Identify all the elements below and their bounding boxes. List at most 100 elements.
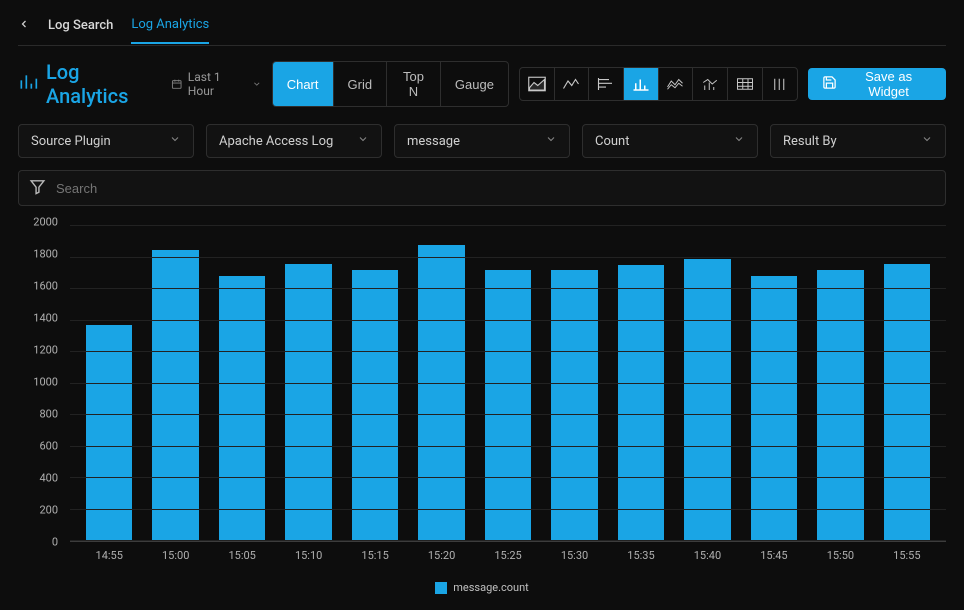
bar-column bbox=[541, 226, 607, 541]
x-tick-label: 15:40 bbox=[674, 549, 740, 562]
bar[interactable] bbox=[418, 245, 465, 541]
select-result-by[interactable]: Result By bbox=[770, 124, 946, 158]
x-tick-label: 15:15 bbox=[342, 549, 408, 562]
bar-column bbox=[209, 226, 275, 541]
x-tick-label: 15:50 bbox=[807, 549, 873, 562]
x-tick-label: 15:35 bbox=[608, 549, 674, 562]
gridline bbox=[70, 288, 946, 289]
bar[interactable] bbox=[817, 270, 864, 541]
select-label: Source Plugin bbox=[31, 134, 111, 149]
bar[interactable] bbox=[884, 264, 931, 541]
title-row: Log Analytics Last 1 Hour Chart Grid Top… bbox=[18, 60, 946, 108]
bar-column bbox=[674, 226, 740, 541]
y-tick: 1200 bbox=[33, 344, 58, 357]
chart-type-combo-icon[interactable] bbox=[693, 68, 728, 100]
y-tick: 1600 bbox=[33, 280, 58, 293]
page-title: Log Analytics bbox=[18, 60, 161, 108]
gridline bbox=[70, 540, 946, 541]
chevron-down-icon bbox=[169, 133, 181, 149]
y-tick: 200 bbox=[39, 504, 58, 517]
bar[interactable] bbox=[684, 259, 731, 541]
chart-type-hbar-icon[interactable] bbox=[589, 68, 624, 100]
bar-column bbox=[741, 226, 807, 541]
gridline bbox=[70, 383, 946, 384]
x-tick-label: 15:30 bbox=[541, 549, 607, 562]
page-title-text: Log Analytics bbox=[46, 60, 161, 108]
select-label: Result By bbox=[783, 134, 837, 149]
chart-type-table-icon[interactable] bbox=[728, 68, 763, 100]
chevron-down-icon bbox=[357, 133, 369, 149]
search-row bbox=[18, 170, 946, 206]
legend-label: message.count bbox=[453, 581, 529, 594]
y-tick: 1400 bbox=[33, 312, 58, 325]
tab-log-search[interactable]: Log Search bbox=[48, 8, 113, 43]
gridline bbox=[70, 351, 946, 352]
filter-selects-row: Source Plugin Apache Access Log message … bbox=[18, 124, 946, 158]
view-gauge-button[interactable]: Gauge bbox=[441, 62, 508, 106]
chevron-down-icon bbox=[733, 133, 745, 149]
chart-type-group bbox=[519, 67, 798, 101]
x-tick-label: 15:00 bbox=[142, 549, 208, 562]
x-tick-label: 15:20 bbox=[408, 549, 474, 562]
back-icon[interactable] bbox=[18, 18, 30, 34]
bar-chart-icon bbox=[18, 72, 38, 97]
tab-log-analytics[interactable]: Log Analytics bbox=[131, 7, 209, 44]
nav-tabs: Log Search Log Analytics bbox=[18, 6, 946, 46]
time-range-picker[interactable]: Last 1 Hour bbox=[171, 70, 261, 98]
chart-type-stacked-icon[interactable] bbox=[763, 68, 798, 100]
chevron-down-icon bbox=[545, 133, 557, 149]
x-tick-label: 15:05 bbox=[209, 549, 275, 562]
bar[interactable] bbox=[219, 276, 266, 541]
gridline bbox=[70, 446, 946, 447]
chart-plot bbox=[70, 226, 946, 542]
chart-area: 0200400600800100012001400160018002000 14… bbox=[18, 222, 946, 602]
bar-column bbox=[475, 226, 541, 541]
select-aggregation[interactable]: Count bbox=[582, 124, 758, 158]
chevron-down-icon bbox=[921, 133, 933, 149]
bar[interactable] bbox=[618, 265, 665, 541]
bar-column bbox=[874, 226, 940, 541]
x-tick-label: 15:45 bbox=[741, 549, 807, 562]
bar-column bbox=[342, 226, 408, 541]
y-tick: 600 bbox=[39, 440, 58, 453]
y-tick: 800 bbox=[39, 408, 58, 421]
select-field[interactable]: message bbox=[394, 124, 570, 158]
view-grid-button[interactable]: Grid bbox=[334, 62, 388, 106]
search-input[interactable] bbox=[56, 181, 935, 196]
bar-column bbox=[275, 226, 341, 541]
legend-swatch bbox=[435, 582, 447, 594]
bar-column bbox=[408, 226, 474, 541]
bar[interactable] bbox=[352, 270, 399, 541]
chart-type-area-icon[interactable] bbox=[520, 68, 555, 100]
view-mode-group: Chart Grid Top N Gauge bbox=[272, 61, 509, 107]
save-icon bbox=[822, 75, 837, 93]
y-tick: 1000 bbox=[33, 376, 58, 389]
chart-type-line-icon[interactable] bbox=[555, 68, 590, 100]
select-source-plugin[interactable]: Source Plugin bbox=[18, 124, 194, 158]
y-tick: 2000 bbox=[33, 216, 58, 229]
chevron-down-icon bbox=[252, 79, 262, 89]
bar[interactable] bbox=[152, 250, 199, 541]
y-tick: 400 bbox=[39, 472, 58, 485]
select-log-type[interactable]: Apache Access Log bbox=[206, 124, 382, 158]
view-topn-button[interactable]: Top N bbox=[387, 62, 441, 106]
view-chart-button[interactable]: Chart bbox=[273, 62, 334, 106]
gridline bbox=[70, 320, 946, 321]
x-tick-label: 15:10 bbox=[275, 549, 341, 562]
chart-legend: message.count bbox=[18, 581, 946, 594]
bar-column bbox=[807, 226, 873, 541]
gridline bbox=[70, 414, 946, 415]
bar[interactable] bbox=[551, 270, 598, 541]
save-widget-button[interactable]: Save as Widget bbox=[808, 68, 946, 100]
bar[interactable] bbox=[751, 276, 798, 541]
chart-type-vbar-icon[interactable] bbox=[624, 68, 659, 100]
gridline bbox=[70, 225, 946, 226]
bar[interactable] bbox=[285, 264, 332, 541]
bar-column bbox=[608, 226, 674, 541]
bar[interactable] bbox=[485, 270, 532, 541]
chart-type-multiline-icon[interactable] bbox=[659, 68, 694, 100]
x-tick-label: 15:55 bbox=[874, 549, 940, 562]
bar-column bbox=[142, 226, 208, 541]
filter-icon[interactable] bbox=[29, 178, 46, 199]
gridline bbox=[70, 477, 946, 478]
